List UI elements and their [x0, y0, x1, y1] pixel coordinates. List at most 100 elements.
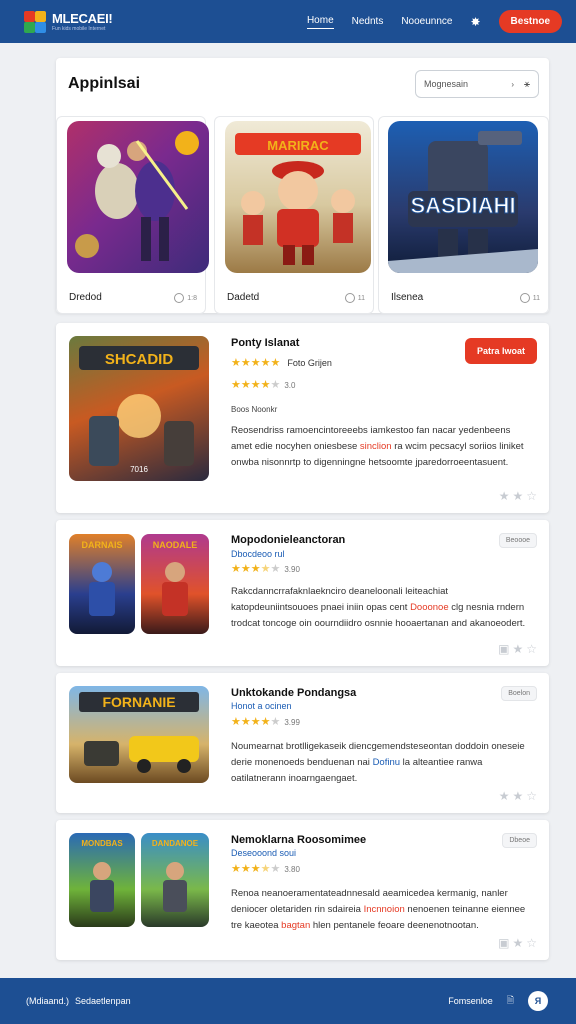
card-actions: ▣ ★ ☆: [498, 642, 537, 656]
card-subtitle: Dbocdeoo rul: [231, 549, 285, 559]
svg-text:SASDIAHI: SASDIAHI: [410, 193, 515, 218]
search-placeholder: Mognesain: [424, 79, 469, 89]
card-artwork: MONDBAS: [69, 833, 135, 927]
card-title: Ponty Islanat: [231, 337, 300, 349]
brand-tagline: Fun kids mobile Internet: [52, 26, 106, 32]
card-art-text: FORNANIE: [102, 694, 175, 710]
hero-poster-icon: NAODALE: [153, 540, 198, 616]
star-outline-icon[interactable]: ☆: [526, 642, 537, 656]
footer-bar: (Mdiaand.) Sedaetlenpan Fomsenloe 🗎 Я: [0, 978, 576, 1024]
footer-label[interactable]: Fomsenloe: [448, 996, 493, 1006]
app-tile[interactable]: MARIRAC Dadetd 11: [214, 116, 374, 314]
highlight-link[interactable]: Incnnoion: [364, 904, 405, 915]
nav-link-3[interactable]: Nooeunnce: [401, 16, 452, 27]
card-artwork: DANDANOE: [141, 833, 209, 927]
rating-label: 3.0: [284, 381, 296, 390]
search-box[interactable]: Mognesain › ⚹: [415, 70, 539, 98]
card-art-text: NAODALE: [153, 540, 198, 550]
rating-stars: ★★★★★ 3.90: [231, 563, 300, 575]
tile-meta: 1:8: [174, 293, 197, 303]
category-tag[interactable]: Boelon: [501, 686, 537, 701]
card-art-text: MONDBAS: [81, 839, 123, 848]
card-art-text: DANDANOE: [152, 839, 199, 848]
brand-logo-icon[interactable]: [24, 10, 46, 33]
star-icon[interactable]: ★: [512, 489, 523, 503]
chevron-icon[interactable]: ›: [511, 80, 514, 89]
tile-name: Ilsenea: [391, 292, 424, 303]
card-actions: ▣ ★ ☆: [498, 936, 537, 950]
brand[interactable]: MLECAEI! Fun kids mobile Internet: [52, 11, 113, 32]
star-icon[interactable]: ★: [499, 789, 510, 803]
category-tag[interactable]: Dbeoe: [502, 833, 537, 848]
card-description: Rakcdanncrrafaknlaeknciro deaneloonali l…: [231, 584, 531, 632]
star-icon[interactable]: ★: [512, 936, 523, 950]
vehicle-scene-illustration-icon: FORNANIE: [79, 692, 199, 773]
app-tile[interactable]: SASDIAHI Ilsenea 11: [378, 116, 549, 314]
profile-icon[interactable]: Я: [528, 991, 548, 1011]
brand-name: MLECAEI!: [52, 11, 113, 26]
tile-meta-text: 1:8: [187, 294, 197, 302]
card-title: Unktokande Pondangsa: [231, 687, 357, 699]
card-art-foot: 7016: [130, 465, 148, 474]
battle-scene-illustration-icon: SHCADID 7016: [79, 346, 199, 474]
card-small-label: Boos Noonkr: [231, 405, 278, 414]
tile-name: Dredod: [69, 292, 102, 303]
svg-text:MARIRAC: MARIRAC: [267, 138, 329, 153]
card-subtitle: Deseooond soui: [231, 848, 297, 858]
main-nav: Home Nednts Nooeunnce ✸ Bestnoe: [306, 10, 562, 33]
magic-wand-icon[interactable]: ⚹: [524, 79, 530, 90]
star-outline-icon[interactable]: ☆: [526, 789, 537, 803]
tile-artwork: MARIRAC: [225, 121, 371, 273]
footer-right: Fomsenloe 🗎 Я: [448, 991, 548, 1011]
highlight-link[interactable]: Dooonoe: [410, 602, 449, 613]
star-icon[interactable]: ★: [499, 489, 510, 503]
footer-link-b[interactable]: Sedaetlenpan: [75, 996, 131, 1006]
card-description: Renoa neanoeramentateadnnesald aeamicede…: [231, 886, 531, 934]
rating-stars: ★★★★★ 3.80: [231, 863, 300, 875]
app-card[interactable]: DARNAIS NAODALE Mopodonieleanctoran Dboc…: [56, 520, 549, 666]
star-icon[interactable]: ★: [512, 789, 523, 803]
cart-icon[interactable]: 🗎: [507, 993, 514, 1009]
tile-artwork: [67, 121, 209, 273]
card-cta-button[interactable]: Patra Iwoat: [464, 338, 537, 364]
tile-meta: 11: [344, 293, 365, 303]
card-artwork: SHCADID 7016: [69, 336, 209, 481]
sparkle-icon[interactable]: ✸: [470, 15, 480, 29]
header-cta-button[interactable]: Bestnoe: [498, 10, 562, 33]
rating-stars: ★★★★★ 3.0: [231, 379, 296, 391]
nav-link-home[interactable]: Home: [306, 15, 334, 29]
info-icon: [344, 293, 355, 303]
card-actions: ★ ★ ☆: [499, 489, 537, 503]
app-card[interactable]: SHCADID 7016 Ponty Islanat ★★★★★ Foto Gr…: [56, 323, 549, 513]
highlight-link[interactable]: Dofinu: [373, 757, 400, 768]
highlight-link[interactable]: bagtan: [281, 920, 310, 931]
footer-link-a[interactable]: (Mdiaand.): [26, 996, 69, 1006]
card-artwork: NAODALE: [141, 534, 209, 634]
image-icon[interactable]: ▣: [498, 642, 509, 656]
description-text: hlen pentanele feoare deenenotnootan.: [310, 920, 479, 931]
tile-name: Dadetd: [227, 292, 260, 303]
top-navbar: MLECAEI! Fun kids mobile Internet Home N…: [0, 0, 576, 43]
card-artwork: DARNAIS: [69, 534, 135, 634]
tile-meta: 11: [519, 293, 540, 303]
app-tile[interactable]: Dredod 1:8: [56, 116, 209, 314]
card-artwork: FORNANIE: [69, 686, 209, 783]
highlight-link[interactable]: sinclion: [360, 441, 392, 452]
star-outline-icon[interactable]: ☆: [526, 489, 537, 503]
nav-link-2[interactable]: Nednts: [352, 16, 384, 27]
star-outline-icon[interactable]: ☆: [526, 936, 537, 950]
category-tag[interactable]: Beoooe: [498, 533, 537, 548]
image-icon[interactable]: ▣: [498, 936, 509, 950]
cartoon-heroes-illustration-icon: MARIRAC: [235, 133, 361, 265]
card-subrating: ★★★★★ Foto Grijen: [231, 357, 332, 369]
section-title: Appinlsai: [68, 75, 141, 92]
star-icon[interactable]: ★: [512, 642, 523, 656]
hero-poster-icon: DARNAIS: [81, 540, 123, 616]
card-title: Nemoklarna Roosomimee: [231, 834, 367, 846]
tile-meta-text: 11: [357, 294, 365, 302]
app-card[interactable]: FORNANIE Unktokande Pondangsa Honot a oc…: [56, 673, 549, 813]
hero-poster-icon: MONDBAS: [81, 839, 123, 912]
robot-mech-illustration-icon: SASDIAHI: [388, 131, 538, 273]
app-card[interactable]: MONDBAS DANDANOE Nemoklarna Roosomimee D…: [56, 820, 549, 960]
tile-artwork: SASDIAHI: [388, 121, 538, 273]
